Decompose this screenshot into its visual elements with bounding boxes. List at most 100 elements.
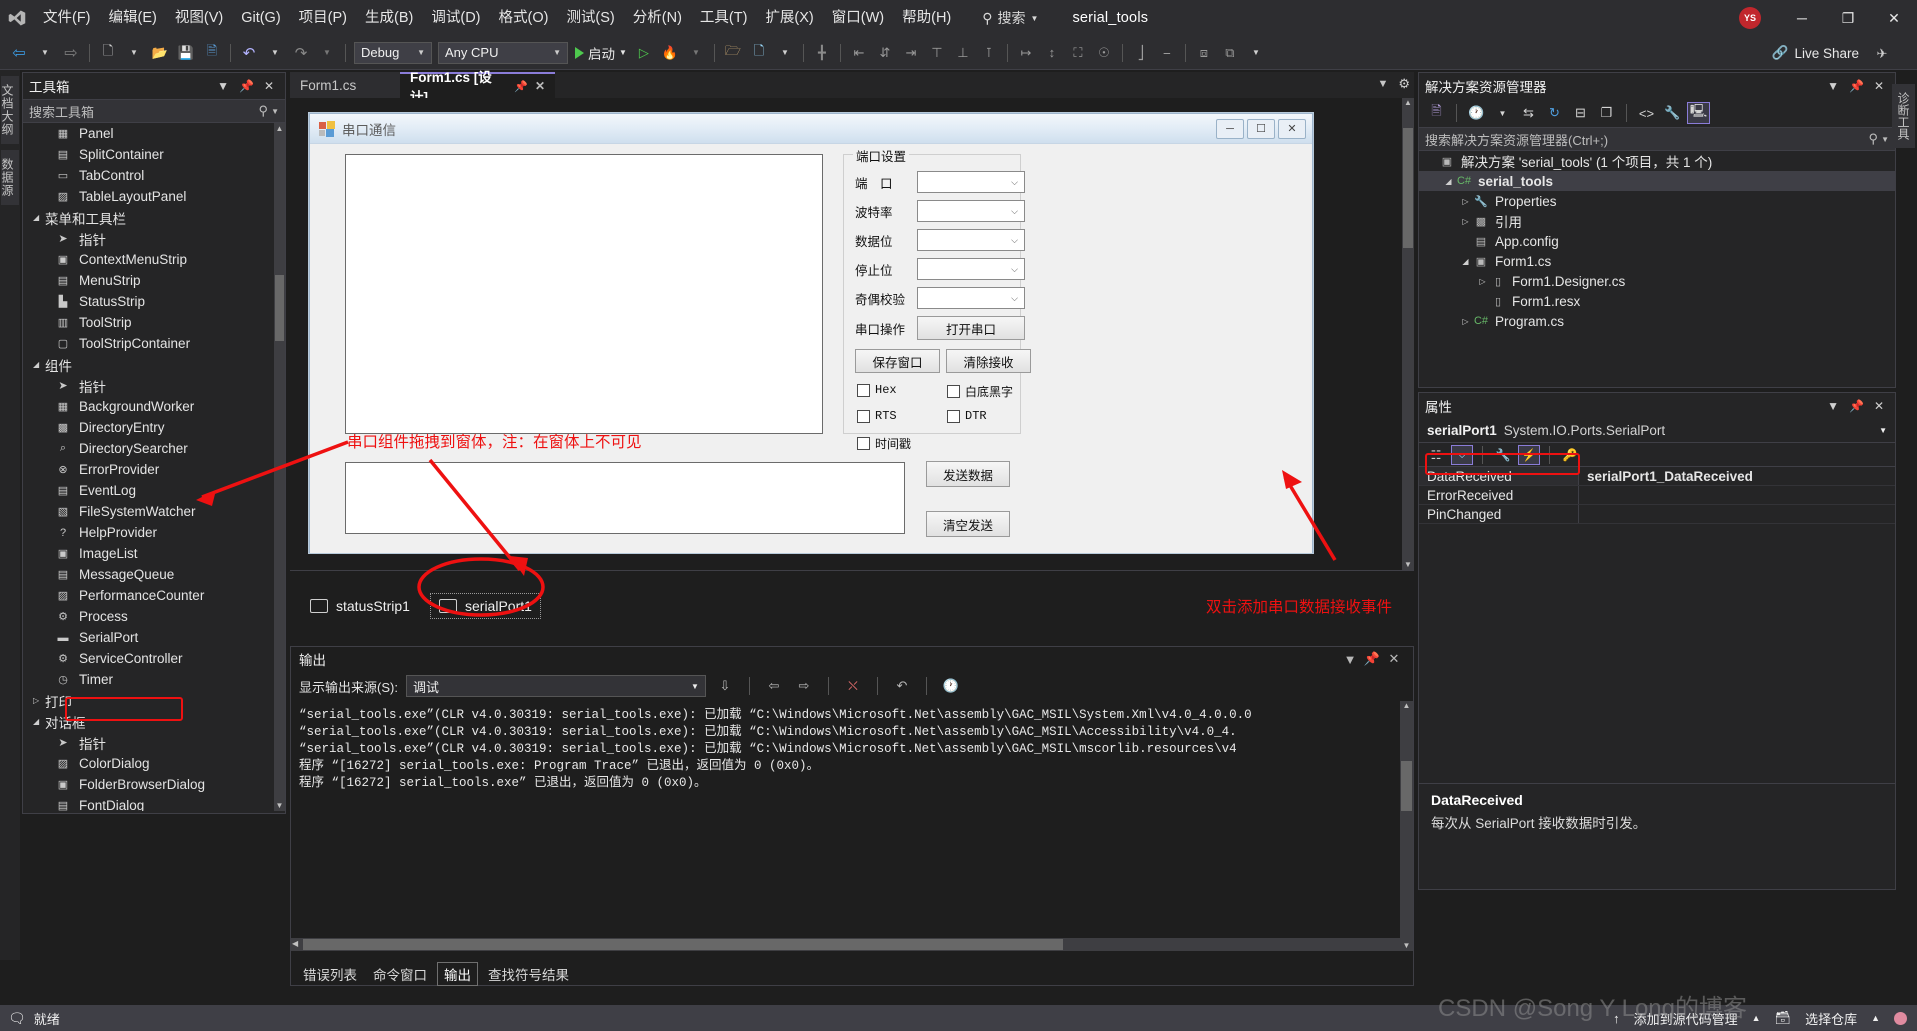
checkbox-hex[interactable]: Hex <box>857 383 897 397</box>
show-all-files-icon[interactable]: 🗁 <box>721 41 745 65</box>
undo-dropdown-icon[interactable]: ▼ <box>263 41 287 65</box>
scrollbar-thumb[interactable] <box>1403 128 1413 248</box>
clear-all-icon[interactable]: ⛌ <box>842 675 864 697</box>
menu-item-5[interactable]: 生成(B) <box>356 4 422 32</box>
collapsed-arrow-icon[interactable]: ▷ <box>1459 197 1472 206</box>
receive-textbox[interactable] <box>345 154 823 434</box>
solution-tree-item-properties[interactable]: ▷ 🔧 Properties <box>1419 191 1895 211</box>
port-combo[interactable]: ⌵ <box>917 171 1025 193</box>
scroll-down-arrow-icon[interactable]: ▼ <box>274 801 285 810</box>
save-window-button[interactable]: 保存窗口 <box>855 349 940 373</box>
align-middles-icon[interactable]: ⊤ <box>925 41 949 65</box>
avatar[interactable]: YS <box>1739 7 1761 29</box>
new-project-icon[interactable]: 🗋 <box>96 41 120 65</box>
pin-icon[interactable]: 📌 <box>1844 399 1869 413</box>
menu-item-0[interactable]: 文件(F) <box>34 4 100 32</box>
clear-receive-button[interactable]: 清除接收 <box>946 349 1031 373</box>
expanded-arrow-icon[interactable]: ◢ <box>33 717 45 726</box>
toolbox-item-fontdialog[interactable]: ▤ FontDialog <box>23 795 285 811</box>
pin-icon[interactable]: 📌 <box>1361 648 1383 670</box>
toolbox-item-helpprovider[interactable]: ? HelpProvider <box>23 522 285 543</box>
global-search[interactable]: ⚲ 搜索 ▼ <box>974 5 1046 31</box>
layout-overflow-icon[interactable]: ▼ <box>1244 41 1268 65</box>
collapse-all-icon[interactable]: ⊟ <box>1569 102 1592 124</box>
events-view-icon[interactable]: ⚡ <box>1518 444 1540 465</box>
size-to-grid-icon[interactable]: ☉ <box>1092 41 1116 65</box>
new-project-dropdown-icon[interactable]: ▼ <box>122 41 146 65</box>
toolbox-item-statusstrip[interactable]: ▙ StatusStrip <box>23 291 285 312</box>
live-share-button[interactable]: 🔗 Live Share <box>1772 36 1859 70</box>
output-vertical-scrollbar[interactable]: ▲ ▼ <box>1400 701 1413 951</box>
select-repository-label[interactable]: 选择仓库 <box>1805 1009 1857 1028</box>
output-goto-message-icon[interactable]: ⇩ <box>714 675 736 697</box>
output-text-area[interactable]: “serial_tools.exe”(CLR v4.0.30319: seria… <box>291 701 1413 951</box>
property-value[interactable] <box>1579 505 1895 523</box>
menu-item-13[interactable]: 帮助(H) <box>893 4 960 32</box>
collapsed-arrow-icon[interactable]: ▷ <box>1476 277 1489 286</box>
tab-error-list[interactable]: 错误列表 <box>297 963 363 985</box>
toolbox-item-tabcontrol[interactable]: ▭ TabControl <box>23 165 285 186</box>
toolbox-item--[interactable]: ▷ 打印 <box>23 690 285 711</box>
bring-to-front-icon[interactable]: ⧈ <box>1192 41 1216 65</box>
solution-tree-item-form1.designer.cs[interactable]: ▷ ▯ Form1.Designer.cs <box>1419 271 1895 291</box>
refresh-icon[interactable]: ↻ <box>1543 102 1566 124</box>
toolbox-item-folderbrowserdialog[interactable]: ▣ FolderBrowserDialog <box>23 774 285 795</box>
redo-dropdown-icon[interactable]: ▼ <box>315 41 339 65</box>
toolbox-scrollbar[interactable]: ▲ ▼ <box>274 123 285 811</box>
feedback-icon[interactable]: ✈ <box>1870 42 1894 66</box>
view-designer-icon[interactable]: 🖳 <box>1687 102 1710 124</box>
scrollbar-thumb[interactable] <box>1401 761 1412 811</box>
toolbox-item--[interactable]: ◢ 对话框 <box>23 711 285 732</box>
solution-tree-item--[interactable]: ▷ ▩ 引用 <box>1419 211 1895 231</box>
solution-tree-item--serial-tools-1-1-[interactable]: ▣ 解决方案 'serial_tools' (1 个项目，共 1 个) <box>1419 151 1895 171</box>
toolbox-item-directorysearcher[interactable]: ⌕ DirectorySearcher <box>23 438 285 459</box>
close-icon[interactable]: ✕ <box>1383 648 1405 670</box>
checkbox-timestamp[interactable]: 时间戳 <box>857 435 911 452</box>
solution-tree[interactable]: ▣ 解决方案 'serial_tools' (1 个项目，共 1 个) ◢ C# ser… <box>1419 151 1895 331</box>
toolbox-item-menustrip[interactable]: ▤ MenuStrip <box>23 270 285 291</box>
toolbar-overflow-icon[interactable]: ▼ <box>773 41 797 65</box>
winform-close-button[interactable]: ✕ <box>1278 118 1306 139</box>
expanded-arrow-icon[interactable]: ◢ <box>33 360 45 369</box>
menu-item-8[interactable]: 测试(S) <box>557 4 623 32</box>
checkbox-dtr[interactable]: DTR <box>947 409 987 423</box>
toolbox-item--[interactable]: ➤ 指针 <box>23 732 285 753</box>
make-same-width-icon[interactable]: ↦ <box>1014 41 1038 65</box>
toolbox-item-filesystemwatcher[interactable]: ▧ FileSystemWatcher <box>23 501 285 522</box>
align-bottoms-icon[interactable]: ⊥ <box>951 41 975 65</box>
undo-icon[interactable]: ↶ <box>237 41 261 65</box>
tab-output[interactable]: 输出 <box>437 962 478 986</box>
output-find-next-icon[interactable]: ⇨ <box>793 675 815 697</box>
vertical-spacing-icon[interactable]: ⊺ <box>977 41 1001 65</box>
solution-tree-item-app.config[interactable]: ▤ App.config <box>1419 231 1895 251</box>
winform-minimize-button[interactable]: ─ <box>1216 118 1244 139</box>
solution-platform-combo[interactable]: Any CPU ▼ <box>438 41 568 64</box>
toolbox-item-list[interactable]: ▦ Panel ▤ SplitContainer ▭ TabControl ▨ TableLa… <box>23 123 285 811</box>
solution-tree-item-form1.cs[interactable]: ◢ ▣ Form1.cs <box>1419 251 1895 271</box>
toolbox-item-errorprovider[interactable]: ⊗ ErrorProvider <box>23 459 285 480</box>
make-same-height-icon[interactable]: ↕ <box>1040 41 1064 65</box>
toolbox-item-colordialog[interactable]: ▨ ColorDialog <box>23 753 285 774</box>
property-row[interactable]: PinChanged <box>1419 505 1895 524</box>
vtab-diagnostic-tools[interactable]: 诊断工具 <box>1892 84 1915 148</box>
winform-preview[interactable]: 串口通信 ─ ☐ ✕ 端口设置 端 口 ⌵ 波特率 ⌵ 数据位 ⌵ 停止位 ⌵ … <box>309 113 1313 553</box>
back-dropdown-icon[interactable]: ▼ <box>33 41 57 65</box>
categorized-view-icon[interactable]: ☷ <box>1425 445 1447 465</box>
scroll-left-arrow-icon[interactable]: ◀ <box>292 939 298 948</box>
designer-vertical-scrollbar[interactable]: ▲ ▼ <box>1402 98 1414 570</box>
start-without-debug-icon[interactable]: ▷ <box>632 41 656 65</box>
hot-reload-dropdown-icon[interactable]: ▼ <box>684 41 708 65</box>
vtab-data-sources[interactable]: 数据源 <box>0 150 19 205</box>
alphabetical-view-icon[interactable]: ⌵ <box>1451 444 1473 465</box>
solution-configuration-combo[interactable]: Debug ▼ <box>354 41 432 64</box>
make-same-size-icon[interactable]: ⛶ <box>1066 41 1090 65</box>
databits-combo[interactable]: ⌵ <box>917 229 1025 251</box>
pin-icon[interactable]: 📌 <box>1844 79 1869 93</box>
toolbox-item-splitcontainer[interactable]: ▤ SplitContainer <box>23 144 285 165</box>
toolbox-item--[interactable]: ◢ 菜单和工具栏 <box>23 207 285 228</box>
chevron-down-icon[interactable]: ▼ <box>212 79 234 93</box>
output-find-previous-icon[interactable]: ⇦ <box>763 675 785 697</box>
send-data-button[interactable]: 发送数据 <box>926 461 1010 487</box>
pin-icon[interactable]: 📌 <box>514 80 528 93</box>
menu-item-9[interactable]: 分析(N) <box>624 4 691 32</box>
